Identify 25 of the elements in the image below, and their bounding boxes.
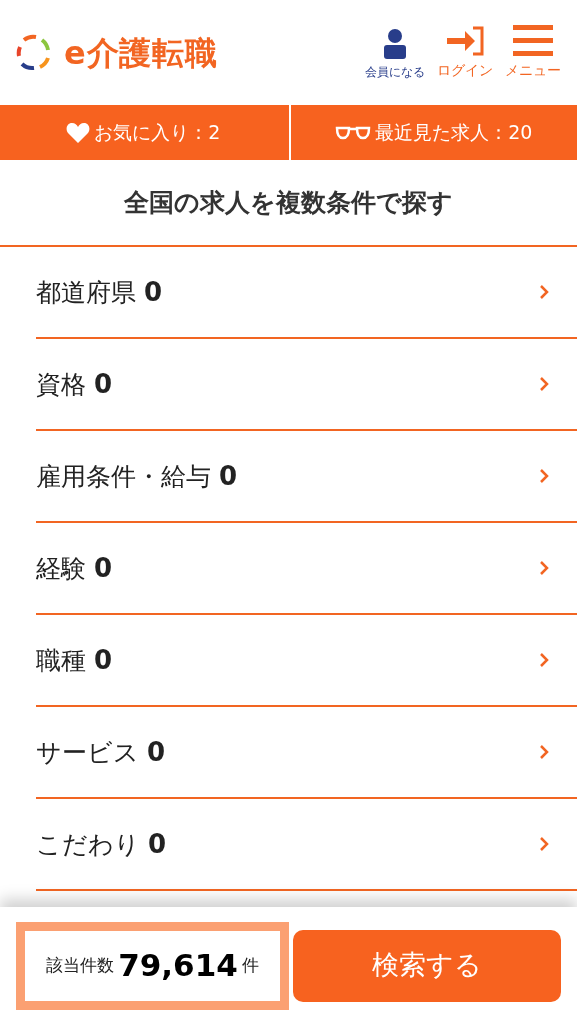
chevron-right-icon	[539, 744, 549, 760]
filter-row[interactable]: 都道府県 0	[36, 247, 577, 339]
signup-button[interactable]: 会員になる	[365, 29, 425, 81]
page-title: 全国の求人を複数条件で探す	[0, 160, 577, 247]
chevron-right-icon	[539, 652, 549, 668]
result-label: 該当件数	[46, 953, 115, 977]
result-unit: 件	[241, 953, 259, 977]
chevron-right-icon	[539, 376, 549, 392]
chevron-right-icon	[539, 836, 549, 852]
chevron-right-icon	[539, 560, 549, 576]
filter-row[interactable]: こだわり 0	[36, 799, 577, 891]
menu-icon	[513, 24, 553, 56]
filter-row[interactable]: サービス 0	[36, 707, 577, 799]
heart-icon	[66, 121, 91, 144]
person-icon	[382, 29, 408, 59]
filter-row[interactable]: 職種 0	[36, 615, 577, 707]
glasses-icon	[335, 124, 372, 141]
result-count: 79,614	[118, 946, 238, 986]
chevron-right-icon	[539, 284, 549, 300]
login-icon	[445, 26, 485, 56]
filter-row[interactable]: 資格 0	[36, 339, 577, 431]
logo-icon	[16, 33, 52, 72]
filter-row[interactable]: 経験 0	[36, 523, 577, 615]
chevron-right-icon	[539, 468, 549, 484]
filter-row[interactable]: 雇用条件・給与 0	[36, 431, 577, 523]
